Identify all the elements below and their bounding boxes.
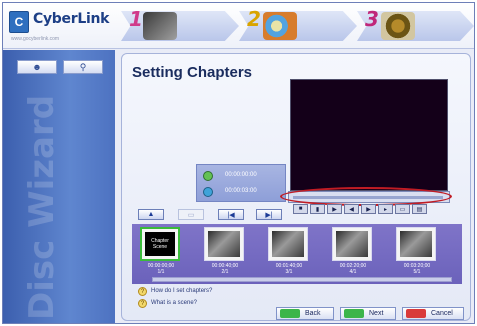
thumbnail-image — [396, 227, 436, 261]
thumbnail-image — [332, 227, 372, 261]
move-up-button[interactable]: ▲ — [138, 209, 164, 220]
chapter-thumbnail[interactable]: 00:00:40;00 2/1 — [198, 227, 252, 275]
thumbnail-picture — [272, 231, 304, 257]
page-title: Setting Chapters — [132, 64, 253, 81]
pause-button[interactable]: ▮ — [310, 204, 325, 214]
cyberlink-logo: C CyberLink www.gocyberlink.com — [9, 9, 119, 43]
next-frame-button[interactable]: ▶ — [361, 204, 376, 214]
cancel-x-icon — [406, 309, 426, 318]
back-button[interactable]: Back — [276, 307, 334, 320]
next-label: Next — [369, 310, 384, 317]
speaker-icon — [381, 12, 415, 40]
chapter-label: 4/1 — [349, 269, 357, 275]
cancel-button[interactable]: Cancel — [402, 307, 464, 320]
camcorder-icon — [143, 12, 177, 40]
thumbnail-picture — [400, 231, 432, 257]
set-chapter-button[interactable]: ▭ — [395, 204, 410, 214]
thumbnail-image — [204, 227, 244, 261]
step-number: 1 — [129, 7, 143, 31]
start-time-row: 00:00:00:00 — [201, 169, 283, 183]
chapter-label: 1/1 — [157, 269, 165, 275]
main-panel: Setting Chapters 00:00:00:00 00:00:03:00… — [121, 53, 471, 321]
back-arrow-icon — [280, 309, 300, 318]
start-time: 00:00:00:00 — [225, 172, 257, 178]
next-button[interactable]: Next — [340, 307, 396, 320]
brand-url: www.gocyberlink.com — [11, 36, 60, 42]
sidebar: ☻ ⚲ Disc Wizard — [3, 50, 115, 323]
first-chapter-button[interactable]: |◀ — [218, 209, 244, 220]
thumbnail-image — [268, 227, 308, 261]
chapter-strip: Chapter Scene 00:00:00;00 1/1 00:00:40;0… — [132, 224, 462, 284]
sidebar-button-2[interactable]: ⚲ — [63, 60, 103, 74]
chapter-label: 2/1 — [221, 269, 229, 275]
people-icon: ☻ — [32, 62, 42, 72]
chapter-list-button[interactable]: ▤ — [412, 204, 427, 214]
chapter-thumbnail[interactable]: Chapter Scene 00:00:00;00 1/1 — [134, 227, 188, 275]
end-marker-icon — [203, 187, 213, 197]
chapter-nav-row: ▲ ▭ |◀ ▶| — [138, 209, 283, 221]
chapter-info-box: 00:00:00:00 00:00:03:00 — [196, 164, 286, 202]
search-icon: ⚲ — [79, 61, 87, 72]
next-arrow-icon — [344, 309, 364, 318]
help-icon: ? — [138, 299, 147, 308]
cancel-label: Cancel — [431, 310, 453, 317]
fast-forward-button[interactable]: ▸ — [378, 204, 393, 214]
brand-name: CyberLink — [33, 11, 110, 27]
video-preview — [290, 79, 448, 191]
step-2[interactable]: 2 — [239, 5, 357, 47]
player-controls: ■ ▮ ▶ ◀ ▶ ▸ ▭ ▤ — [293, 204, 443, 214]
end-time-row: 00:00:03:00 — [201, 185, 283, 199]
chapter-label: 5/1 — [413, 269, 421, 275]
stop-button[interactable]: ■ — [293, 204, 308, 214]
play-button[interactable]: ▶ — [327, 204, 342, 214]
chapter-title: Chapter Scene — [145, 232, 175, 256]
step-1[interactable]: 1 — [121, 5, 239, 47]
sidebar-button-1[interactable]: ☻ — [17, 60, 57, 74]
chapter-thumbnail[interactable]: 00:01:40;00 3/1 — [262, 227, 316, 275]
end-time: 00:00:03:00 — [225, 188, 257, 194]
remove-chapter-button[interactable]: ▭ — [178, 209, 204, 220]
last-chapter-button[interactable]: ▶| — [256, 209, 282, 220]
cyberlink-logo-icon: C — [9, 11, 29, 33]
wizard-window: C CyberLink www.gocyberlink.com 1 2 3 ☻ … — [2, 2, 475, 324]
step-3[interactable]: 3 — [357, 5, 474, 47]
thumbnail-image: Chapter Scene — [140, 227, 180, 261]
disc-wizard-watermark: Disc Wizard — [22, 94, 62, 320]
back-label: Back — [305, 310, 321, 317]
chapter-thumbnail[interactable]: 00:02:20;00 4/1 — [326, 227, 380, 275]
chapter-label: 3/1 — [285, 269, 293, 275]
start-marker-icon — [203, 171, 213, 181]
step-number: 2 — [247, 7, 261, 31]
previous-frame-button[interactable]: ◀ — [344, 204, 359, 214]
header: C CyberLink www.gocyberlink.com 1 2 3 — [3, 3, 474, 49]
disc-icon — [263, 12, 297, 40]
help-icon: ? — [138, 287, 147, 296]
wizard-steps: 1 2 3 — [121, 5, 474, 47]
step-number: 3 — [365, 7, 379, 31]
thumbnail-picture — [336, 231, 368, 257]
chapter-strip-scrollbar[interactable] — [152, 277, 452, 282]
thumbnail-picture — [208, 231, 240, 257]
help-link-text: How do I set chapters? — [151, 288, 213, 294]
help-link-text: What is a scene? — [151, 300, 198, 306]
chapter-thumbnail[interactable]: 00:03:20;00 5/1 — [390, 227, 444, 275]
